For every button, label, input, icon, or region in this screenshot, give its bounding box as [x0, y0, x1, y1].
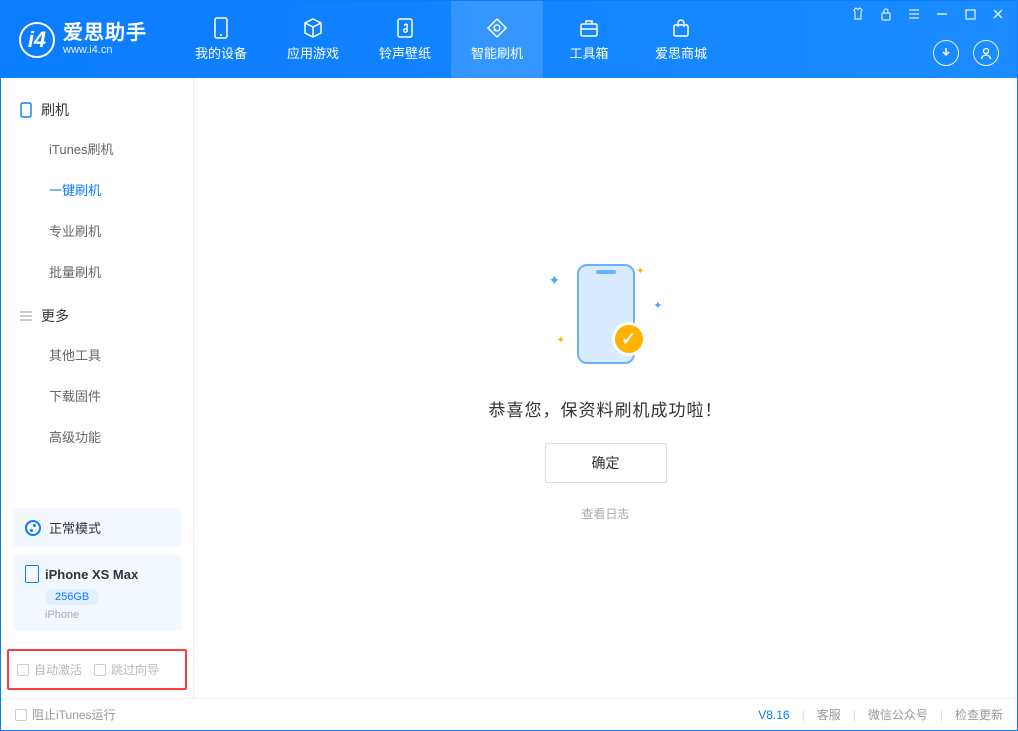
device-icon — [210, 17, 232, 39]
app-window: i4 爱思助手 www.i4.cn 我的设备 应用游戏 铃声壁纸 智能刷机 — [0, 0, 1018, 731]
nav-label: 爱思商城 — [655, 43, 707, 62]
mode-card[interactable]: 正常模式 — [13, 508, 181, 547]
nav-apps-games[interactable]: 应用游戏 — [267, 1, 359, 78]
nav-label: 铃声壁纸 — [379, 43, 431, 62]
check-badge-icon: ✓ — [612, 322, 646, 356]
sidebar-scroll: 刷机 iTunes刷机 一键刷机 专业刷机 批量刷机 更多 其他工具 下载固件 … — [1, 78, 193, 498]
minimize-icon[interactable] — [935, 7, 949, 21]
close-icon[interactable] — [991, 7, 1005, 21]
version-label: V8.16 — [758, 708, 789, 722]
toolbox-icon — [578, 17, 600, 39]
success-illustration: ✦ ✦ ✦ ✦ ✓ — [531, 254, 681, 374]
checkbox-label: 阻止iTunes运行 — [32, 706, 116, 723]
window-controls — [839, 1, 1017, 27]
options-row: 自动激活 跳过向导 — [7, 649, 187, 690]
success-message: 恭喜您，保资料刷机成功啦！ — [489, 396, 723, 421]
sidebar-item-oneclick-flash[interactable]: 一键刷机 — [1, 169, 193, 210]
nav-label: 我的设备 — [195, 43, 247, 62]
nav-my-device[interactable]: 我的设备 — [175, 1, 267, 78]
header: i4 爱思助手 www.i4.cn 我的设备 应用游戏 铃声壁纸 智能刷机 — [1, 1, 1017, 78]
music-icon — [394, 17, 416, 39]
status-link-support[interactable]: 客服 — [817, 706, 841, 723]
sidebar-bottom: 正常模式 iPhone XS Max 256GB iPhone — [1, 498, 193, 649]
checkbox-label: 跳过向导 — [111, 661, 159, 678]
app-name: 爱思助手 — [63, 22, 147, 44]
divider: | — [940, 708, 943, 722]
view-log-link[interactable]: 查看日志 — [581, 505, 629, 522]
ok-button[interactable]: 确定 — [545, 443, 667, 483]
storage-badge: 256GB — [45, 589, 99, 605]
phone-small-icon — [25, 565, 39, 583]
app-url: www.i4.cn — [63, 44, 147, 56]
status-link-update[interactable]: 检查更新 — [955, 706, 1003, 723]
status-right: V8.16 | 客服 | 微信公众号 | 检查更新 — [758, 706, 1003, 723]
user-button[interactable] — [973, 40, 999, 66]
maximize-icon[interactable] — [963, 7, 977, 21]
device-card[interactable]: iPhone XS Max 256GB iPhone — [13, 555, 181, 631]
checkbox-icon — [15, 709, 27, 721]
sidebar-item-batch-flash[interactable]: 批量刷机 — [1, 251, 193, 292]
top-nav: 我的设备 应用游戏 铃声壁纸 智能刷机 工具箱 爱思商城 — [175, 1, 727, 78]
refresh-icon — [486, 17, 508, 39]
store-icon — [670, 17, 692, 39]
body: 刷机 iTunes刷机 一键刷机 专业刷机 批量刷机 更多 其他工具 下载固件 … — [1, 78, 1017, 698]
checkbox-block-itunes[interactable]: 阻止iTunes运行 — [15, 706, 116, 723]
sparkle-icon: ✦ — [636, 266, 644, 277]
divider: | — [802, 708, 805, 722]
sidebar-item-other-tools[interactable]: 其他工具 — [1, 334, 193, 375]
sidebar-item-advanced[interactable]: 高级功能 — [1, 416, 193, 457]
cube-icon — [302, 17, 324, 39]
group-title: 更多 — [41, 306, 69, 326]
tshirt-icon[interactable] — [851, 7, 865, 21]
mode-icon — [25, 520, 41, 536]
checkbox-label: 自动激活 — [34, 661, 82, 678]
nav-label: 智能刷机 — [471, 43, 523, 62]
nav-store[interactable]: 爱思商城 — [635, 1, 727, 78]
logo-text: 爱思助手 www.i4.cn — [63, 22, 147, 56]
status-bar: 阻止iTunes运行 V8.16 | 客服 | 微信公众号 | 检查更新 — [1, 698, 1017, 730]
nav-label: 应用游戏 — [287, 43, 339, 62]
status-link-wechat[interactable]: 微信公众号 — [868, 706, 928, 723]
mode-label: 正常模式 — [49, 518, 101, 537]
device-type: iPhone — [45, 609, 169, 621]
logo-area: i4 爱思助手 www.i4.cn — [1, 22, 165, 58]
sparkle-icon: ✦ — [557, 335, 565, 346]
main-content: ✦ ✦ ✦ ✦ ✓ 恭喜您，保资料刷机成功啦！ 确定 查看日志 — [194, 78, 1017, 698]
sparkle-icon: ✦ — [549, 272, 561, 289]
device-name: iPhone XS Max — [45, 567, 138, 582]
sidebar-item-itunes-flash[interactable]: iTunes刷机 — [1, 128, 193, 169]
checkbox-skip-guide[interactable]: 跳过向导 — [94, 661, 159, 678]
nav-label: 工具箱 — [569, 43, 608, 62]
phone-outline-icon — [19, 103, 33, 117]
sidebar-item-pro-flash[interactable]: 专业刷机 — [1, 210, 193, 251]
sparkle-icon: ✦ — [653, 299, 662, 312]
checkbox-auto-activate[interactable]: 自动激活 — [17, 661, 82, 678]
logo-icon: i4 — [19, 22, 55, 58]
sidebar: 刷机 iTunes刷机 一键刷机 专业刷机 批量刷机 更多 其他工具 下载固件 … — [1, 78, 194, 698]
sidebar-group-more[interactable]: 更多 — [1, 292, 193, 334]
checkbox-icon — [17, 664, 29, 676]
sidebar-item-download-firmware[interactable]: 下载固件 — [1, 375, 193, 416]
nav-toolbox[interactable]: 工具箱 — [543, 1, 635, 78]
group-title: 刷机 — [41, 100, 69, 120]
lock-icon[interactable] — [879, 7, 893, 21]
checkbox-icon — [94, 664, 106, 676]
download-button[interactable] — [933, 40, 959, 66]
menu-icon[interactable] — [907, 7, 921, 21]
list-icon — [19, 309, 33, 323]
nav-smart-flash[interactable]: 智能刷机 — [451, 1, 543, 78]
nav-ringtones[interactable]: 铃声壁纸 — [359, 1, 451, 78]
mode-row: 正常模式 — [25, 518, 169, 537]
device-name-row: iPhone XS Max — [25, 565, 169, 583]
sidebar-group-flash[interactable]: 刷机 — [1, 86, 193, 128]
header-right-icons — [933, 40, 999, 66]
divider: | — [853, 708, 856, 722]
